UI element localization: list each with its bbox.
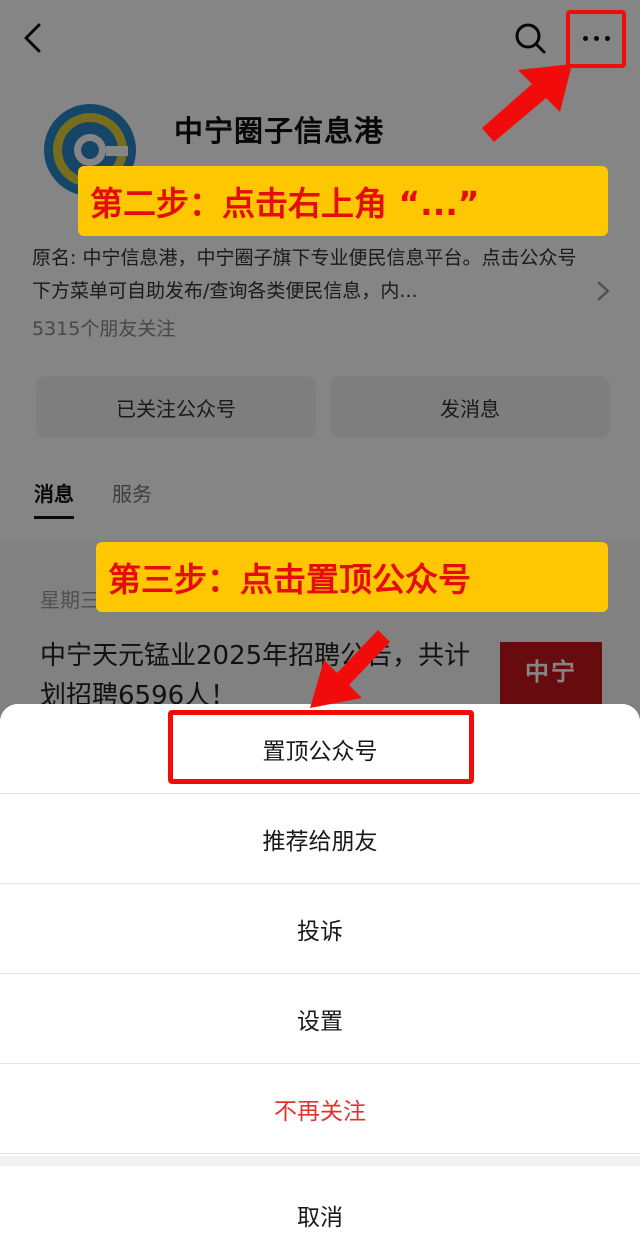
recommend-to-friend-option[interactable]: 推荐给朋友 (0, 794, 640, 884)
sheet-separator (0, 1156, 640, 1166)
pin-option-highlight (168, 710, 474, 784)
cancel-button[interactable]: 取消 (0, 1170, 640, 1254)
report-option[interactable]: 投诉 (0, 884, 640, 974)
settings-option[interactable]: 设置 (0, 974, 640, 1064)
action-sheet: 置顶公众号 推荐给朋友 投诉 设置 不再关注 取消 (0, 704, 640, 1254)
arrow-icon (310, 630, 390, 708)
step-3-banner: 第三步：点击置顶公众号 (96, 542, 608, 612)
unfollow-option[interactable]: 不再关注 (0, 1064, 640, 1154)
more-button-highlight (566, 10, 626, 68)
step-2-banner: 第二步：点击右上角 “...” (78, 166, 608, 236)
arrow-icon (482, 64, 572, 142)
